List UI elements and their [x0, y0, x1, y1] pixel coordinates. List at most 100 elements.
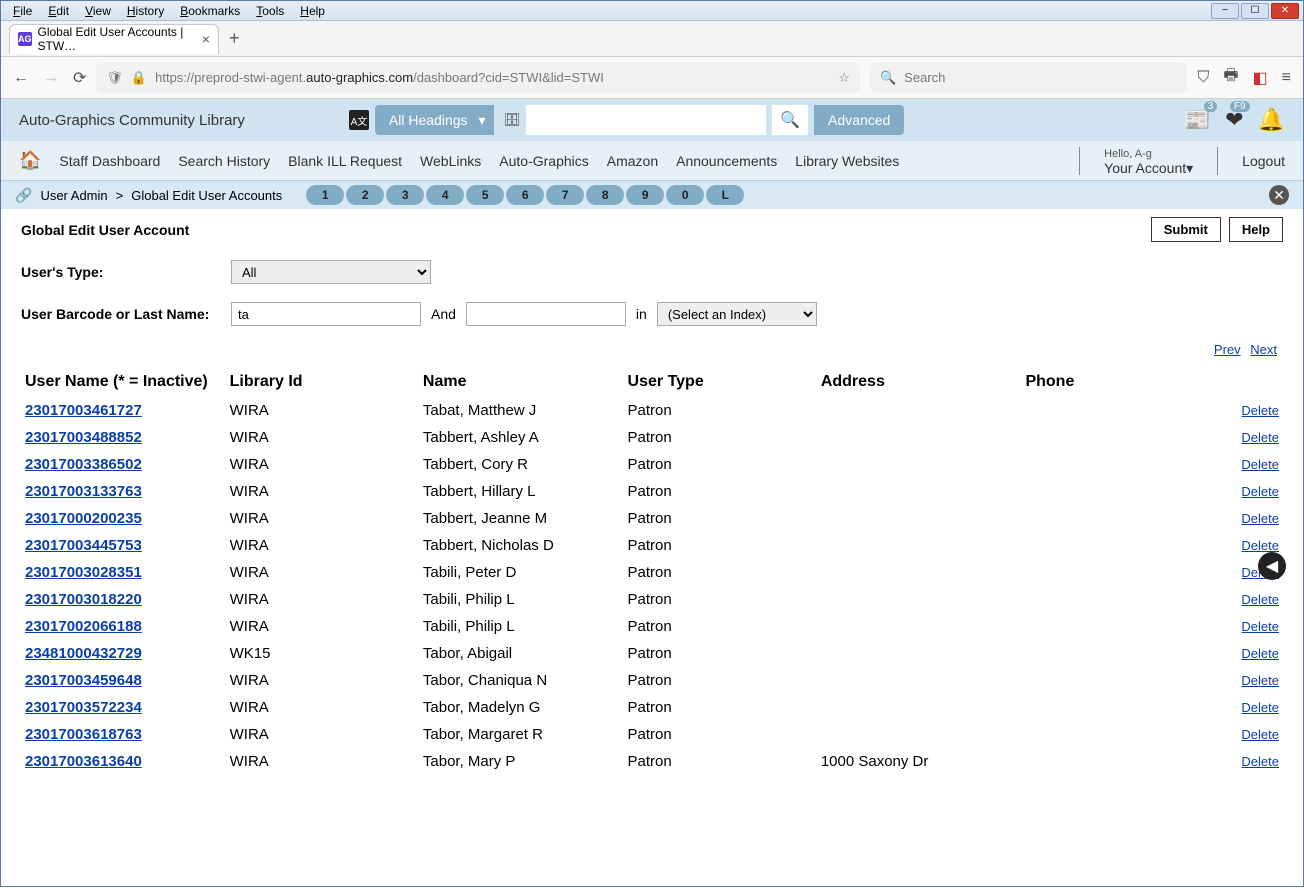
menu-history[interactable]: History: [119, 2, 172, 20]
collapse-arrow-icon[interactable]: ◀: [1258, 552, 1286, 580]
help-button[interactable]: Help: [1229, 217, 1283, 242]
user-id-link[interactable]: 23017000200235: [25, 510, 142, 527]
user-id-link[interactable]: 23017003028351: [25, 564, 142, 581]
in-label: in: [636, 306, 647, 322]
cell-library: WIRA: [226, 613, 419, 640]
user-id-link[interactable]: 23017003488852: [25, 429, 142, 446]
close-window-button[interactable]: ✕: [1271, 3, 1299, 19]
next-link[interactable]: Next: [1250, 342, 1277, 357]
pill-9[interactable]: 9: [626, 185, 664, 205]
menu-file[interactable]: File: [5, 2, 40, 20]
submit-button[interactable]: Submit: [1151, 217, 1221, 242]
nav-announcements[interactable]: Announcements: [676, 153, 777, 169]
close-tab-icon[interactable]: ×: [202, 31, 210, 47]
advanced-search-button[interactable]: Advanced: [814, 105, 904, 135]
nav-library-websites[interactable]: Library Websites: [795, 153, 899, 169]
user-id-link[interactable]: 23481000432729: [25, 645, 142, 662]
nav-staff-dashboard[interactable]: Staff Dashboard: [59, 153, 160, 169]
pill-L[interactable]: L: [706, 185, 744, 205]
pocket-icon[interactable]: ⛉: [1197, 69, 1209, 87]
menu-edit[interactable]: Edit: [40, 2, 77, 20]
user-id-link[interactable]: 23017003572234: [25, 699, 142, 716]
address-bar[interactable]: 🛡 🔒 https://preprod-stwi-agent.auto-grap…: [96, 63, 860, 93]
user-id-link[interactable]: 23017003445753: [25, 537, 142, 554]
delete-link[interactable]: Delete: [1241, 619, 1279, 634]
cell-type: Patron: [624, 721, 817, 748]
browser-search-box[interactable]: 🔍 Search: [870, 63, 1187, 93]
logout-link[interactable]: Logout: [1242, 153, 1285, 169]
browser-tab[interactable]: AG Global Edit User Accounts | STW… ×: [9, 24, 219, 54]
delete-link[interactable]: Delete: [1241, 457, 1279, 472]
database-icon[interactable]: 🗄: [504, 112, 521, 128]
breadcrumb-parent[interactable]: User Admin: [40, 188, 107, 203]
delete-link[interactable]: Delete: [1241, 700, 1279, 715]
news-icon[interactable]: 📰3: [1184, 107, 1211, 133]
user-id-link[interactable]: 23017003461727: [25, 402, 142, 419]
catalog-search-input[interactable]: [526, 105, 766, 135]
barcode-input-2[interactable]: [466, 302, 626, 326]
pill-5[interactable]: 5: [466, 185, 504, 205]
nav-amazon[interactable]: Amazon: [607, 153, 658, 169]
back-button[interactable]: ←: [13, 69, 29, 87]
delete-link[interactable]: Delete: [1241, 673, 1279, 688]
and-label: And: [431, 306, 456, 322]
user-id-link[interactable]: 23017003613640: [25, 753, 142, 770]
reload-button[interactable]: ⟳: [73, 68, 86, 88]
delete-link[interactable]: Delete: [1241, 727, 1279, 742]
extension-icon[interactable]: ◧: [1253, 68, 1268, 88]
nav-search-history[interactable]: Search History: [178, 153, 270, 169]
user-id-link[interactable]: 23017003133763: [25, 483, 142, 500]
nav-blank-ill-request[interactable]: Blank ILL Request: [288, 153, 402, 169]
delete-link[interactable]: Delete: [1241, 484, 1279, 499]
translate-icon[interactable]: A文: [349, 110, 369, 130]
close-panel-icon[interactable]: ✕: [1269, 185, 1289, 205]
new-tab-button[interactable]: +: [229, 28, 240, 49]
pill-1[interactable]: 1: [306, 185, 344, 205]
menu-help[interactable]: Help: [292, 2, 333, 20]
prev-link[interactable]: Prev: [1214, 342, 1241, 357]
account-dropdown[interactable]: Hello, A-g Your Account▾: [1104, 144, 1193, 177]
menu-bookmarks[interactable]: Bookmarks: [172, 2, 248, 20]
maximize-button[interactable]: ☐: [1241, 3, 1269, 19]
delete-link[interactable]: Delete: [1241, 403, 1279, 418]
pill-7[interactable]: 7: [546, 185, 584, 205]
headings-dropdown[interactable]: All Headings: [375, 105, 494, 135]
pill-2[interactable]: 2: [346, 185, 384, 205]
bookmark-star-icon[interactable]: ☆: [838, 70, 850, 86]
catalog-search-button[interactable]: 🔍: [772, 105, 808, 135]
delete-link[interactable]: Delete: [1241, 511, 1279, 526]
delete-link[interactable]: Delete: [1241, 430, 1279, 445]
user-id-link[interactable]: 23017003386502: [25, 456, 142, 473]
user-id-link[interactable]: 23017002066188: [25, 618, 142, 635]
barcode-input-1[interactable]: [231, 302, 421, 326]
cell-type: Patron: [624, 532, 817, 559]
user-id-link[interactable]: 23017003018220: [25, 591, 142, 608]
shield-icon[interactable]: 🛡: [106, 70, 123, 86]
cell-name: Tabili, Peter D: [419, 559, 624, 586]
favorites-icon[interactable]: ❤F9: [1225, 107, 1243, 133]
pill-8[interactable]: 8: [586, 185, 624, 205]
menu-view[interactable]: View: [77, 2, 119, 20]
index-select[interactable]: (Select an Index): [657, 302, 817, 326]
delete-link[interactable]: Delete: [1241, 538, 1279, 553]
user-type-select[interactable]: All: [231, 260, 431, 284]
delete-link[interactable]: Delete: [1241, 646, 1279, 661]
menu-tools[interactable]: Tools: [248, 2, 292, 20]
user-id-link[interactable]: 23017003618763: [25, 726, 142, 743]
nav-weblinks[interactable]: WebLinks: [420, 153, 481, 169]
nav-auto-graphics[interactable]: Auto-Graphics: [499, 153, 588, 169]
print-icon[interactable]: 🖶: [1223, 64, 1238, 91]
notifications-icon[interactable]: 🔔: [1258, 107, 1285, 133]
pill-0[interactable]: 0: [666, 185, 704, 205]
pill-6[interactable]: 6: [506, 185, 544, 205]
menu-icon[interactable]: ≡: [1282, 69, 1291, 87]
delete-link[interactable]: Delete: [1241, 754, 1279, 769]
user-id-link[interactable]: 23017003459648: [25, 672, 142, 689]
delete-link[interactable]: Delete: [1241, 592, 1279, 607]
forward-button[interactable]: →: [43, 69, 59, 87]
home-icon[interactable]: 🏠: [19, 150, 41, 171]
minimize-button[interactable]: −: [1211, 3, 1239, 19]
pill-4[interactable]: 4: [426, 185, 464, 205]
lock-icon[interactable]: 🔒: [131, 70, 147, 86]
pill-3[interactable]: 3: [386, 185, 424, 205]
